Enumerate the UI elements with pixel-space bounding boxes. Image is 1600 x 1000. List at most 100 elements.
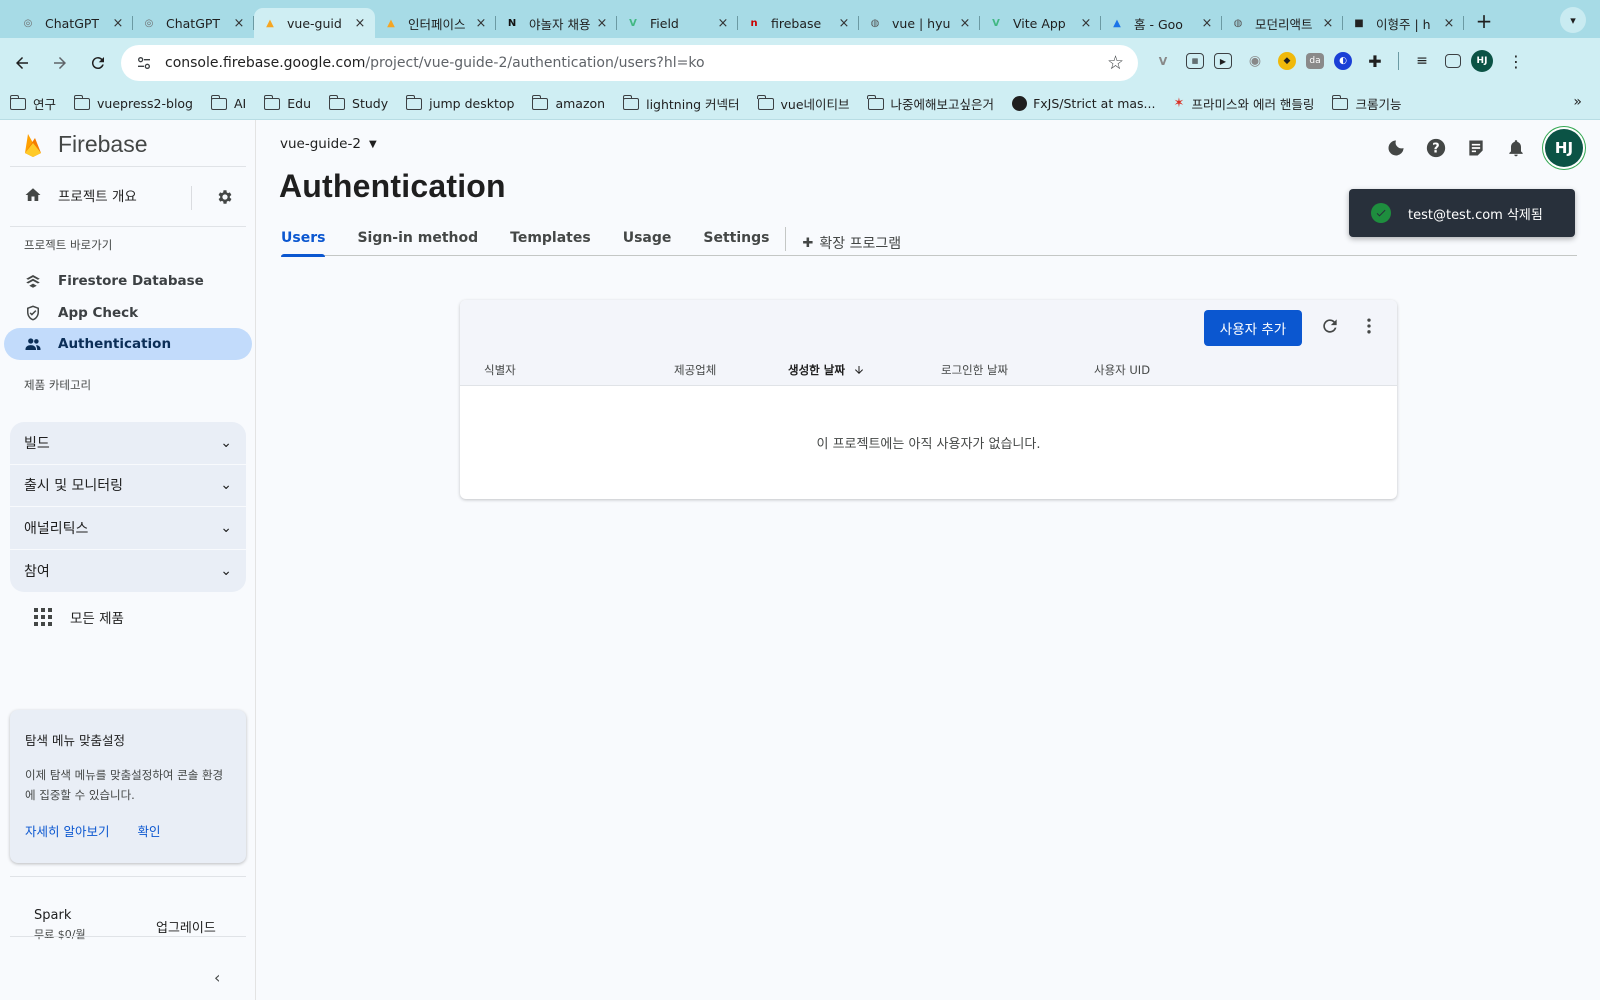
project-selector[interactable]: vue-guide-2 ▼ — [280, 136, 377, 152]
project-name: vue-guide-2 — [280, 136, 361, 152]
close-tab-icon[interactable]: × — [1200, 16, 1214, 31]
collapse-sidebar-chevron-left-icon[interactable]: ‹ — [214, 968, 220, 987]
tab-settings[interactable]: Settings — [703, 216, 769, 256]
bookmark-item[interactable]: 연구 — [9, 94, 56, 113]
firebase-logo[interactable]: Firebase — [24, 131, 147, 158]
extension-icon[interactable]: ▦ — [1186, 53, 1204, 69]
forward-button[interactable] — [44, 47, 76, 79]
bookmark-item[interactable]: ✶ 프라미스와 에러 핸들링 — [1173, 94, 1314, 113]
close-tab-icon[interactable]: × — [111, 16, 125, 31]
notifications-bell-icon[interactable] — [1503, 135, 1529, 161]
tab-usage[interactable]: Usage — [623, 216, 672, 256]
browser-tab[interactable]: ◍ vue | hyu × — [859, 8, 980, 38]
category-build[interactable]: 빌드 ⌄ — [10, 422, 246, 465]
column-header-uid[interactable]: 사용자 UID — [1094, 362, 1150, 378]
media-controls-icon[interactable]: ≡ — [1409, 48, 1435, 74]
browser-tab[interactable]: ◎ ChatGPT × — [12, 8, 133, 38]
close-tab-icon[interactable]: × — [595, 16, 609, 31]
tab-templates[interactable]: Templates — [510, 216, 591, 256]
browser-tab[interactable]: n firebase × — [738, 8, 859, 38]
browser-tab[interactable]: ▲ 홈 - Goo × — [1101, 8, 1222, 38]
tab-search-button[interactable]: ▾ — [1560, 7, 1586, 33]
bookmark-item[interactable]: Study — [328, 94, 388, 113]
dark-mode-moon-icon[interactable] — [1383, 135, 1409, 161]
close-tab-icon[interactable]: × — [232, 16, 246, 31]
browser-tab[interactable]: ▲ 인터페이스 × — [375, 8, 496, 38]
browser-menu-icon[interactable]: ⋮ — [1503, 48, 1529, 74]
category-analytics[interactable]: 애널리틱스 ⌄ — [10, 507, 246, 550]
sidebar-item-app-check[interactable]: App Check — [4, 297, 252, 329]
da-extension-icon[interactable]: da — [1306, 53, 1324, 69]
sidebar-item-authentication[interactable]: Authentication — [4, 328, 252, 360]
bookmark-item[interactable]: AI — [210, 94, 246, 113]
all-products-link[interactable]: 모든 제품 — [34, 607, 124, 627]
more-bookmarks-button[interactable]: » — [1573, 94, 1582, 110]
bookmark-item[interactable]: amazon — [531, 94, 605, 113]
bookmark-item[interactable]: lightning 커넥터 — [622, 94, 740, 113]
binance-extension-icon[interactable]: ◆ — [1278, 52, 1296, 70]
column-header-signed-in[interactable]: 로그인한 날짜 — [941, 362, 1008, 378]
close-tab-icon[interactable]: × — [353, 16, 367, 31]
bookmark-label: vue네이티브 — [780, 97, 850, 112]
bookmark-item[interactable]: vuepress2-blog — [73, 94, 193, 113]
browser-tab[interactable]: ▲ vue-guid × — [254, 8, 375, 38]
side-panel-icon[interactable] — [1445, 54, 1461, 68]
bookmark-item[interactable]: jump desktop — [405, 94, 514, 113]
browser-tab[interactable]: ■ 이형주 | h × — [1343, 8, 1464, 38]
column-header-provider[interactable]: 제공업체 — [674, 362, 716, 378]
bookmark-star-icon[interactable]: ☆ — [1107, 52, 1124, 74]
chatgpt-icon: ◎ — [144, 17, 154, 29]
refresh-button[interactable] — [1320, 316, 1340, 340]
more-options-button[interactable] — [1359, 316, 1379, 340]
site-info-icon[interactable] — [135, 54, 153, 72]
bookmark-item[interactable]: FxJS/Strict at mas... — [1012, 94, 1155, 113]
close-tab-icon[interactable]: × — [958, 16, 972, 31]
blue-extension-icon[interactable]: ◐ — [1334, 52, 1352, 70]
bookmark-item[interactable]: 나중에해보고싶은거 — [867, 94, 994, 113]
address-bar[interactable]: console.firebase.google.com/project/vue-… — [121, 45, 1138, 81]
browser-tab[interactable]: V Vite App × — [980, 8, 1101, 38]
close-tab-icon[interactable]: × — [1079, 16, 1093, 31]
bookmark-item[interactable]: Edu — [263, 94, 311, 113]
project-settings-button[interactable] — [216, 188, 234, 210]
toast-message: test@test.com 삭제됨 — [1408, 207, 1543, 223]
puzzle-extensions-icon[interactable]: ✚ — [1362, 48, 1388, 74]
close-tab-icon[interactable]: × — [474, 16, 488, 31]
tab-extensions[interactable]: ✚ 확장 프로그램 — [802, 216, 901, 256]
new-tab-button[interactable]: + — [1470, 7, 1498, 35]
column-header-identifier[interactable]: 식별자 — [484, 362, 516, 378]
bookmark-item[interactable]: 크롬기능 — [1331, 94, 1401, 113]
tab-sign-in-method[interactable]: Sign-in method — [357, 216, 478, 256]
camera-extension-icon[interactable]: ◉ — [1242, 48, 1268, 74]
tab-users[interactable]: Users — [281, 216, 326, 257]
close-tab-icon[interactable]: × — [1321, 16, 1335, 31]
add-user-button[interactable]: 사용자 추가 — [1204, 310, 1302, 346]
browser-profile-avatar[interactable]: HJ — [1471, 50, 1493, 72]
category-engage[interactable]: 참여 ⌄ — [10, 550, 246, 593]
browser-tab[interactable]: N 야놀자 채용 × — [496, 8, 617, 38]
close-tab-icon[interactable]: × — [837, 16, 851, 31]
column-header-created[interactable]: 생성한 날짜 — [788, 362, 865, 378]
promo-confirm-button[interactable]: 확인 — [137, 821, 160, 840]
firebase-icon: ▲ — [266, 17, 274, 29]
chevron-down-icon: ⌄ — [220, 477, 232, 494]
help-icon[interactable]: ? — [1423, 135, 1449, 161]
sidebar-item-firestore[interactable]: Firestore Database — [4, 265, 252, 297]
browser-tab[interactable]: ◍ 모던리액트 × — [1222, 8, 1343, 38]
learn-more-link[interactable]: 자세히 알아보기 — [25, 821, 109, 840]
browser-tab[interactable]: ◎ ChatGPT × — [133, 8, 254, 38]
close-tab-icon[interactable]: × — [1442, 16, 1456, 31]
project-overview-link[interactable]: 프로젝트 개요 — [24, 185, 137, 205]
upgrade-button[interactable]: 업그레이드 — [156, 917, 216, 936]
browser-tab[interactable]: V Field × — [617, 8, 738, 38]
plan-name: Spark — [34, 908, 72, 923]
close-tab-icon[interactable]: × — [716, 16, 730, 31]
vue-devtools-icon[interactable]: V — [1150, 48, 1176, 74]
reload-button[interactable] — [82, 47, 114, 79]
video-extension-icon[interactable]: ▶ — [1214, 53, 1232, 69]
release-notes-icon[interactable] — [1463, 135, 1489, 161]
bookmark-item[interactable]: vue네이티브 — [757, 94, 850, 113]
account-avatar[interactable]: HJ — [1545, 129, 1583, 167]
back-button[interactable] — [6, 47, 38, 79]
category-release-monitor[interactable]: 출시 및 모니터링 ⌄ — [10, 465, 246, 507]
